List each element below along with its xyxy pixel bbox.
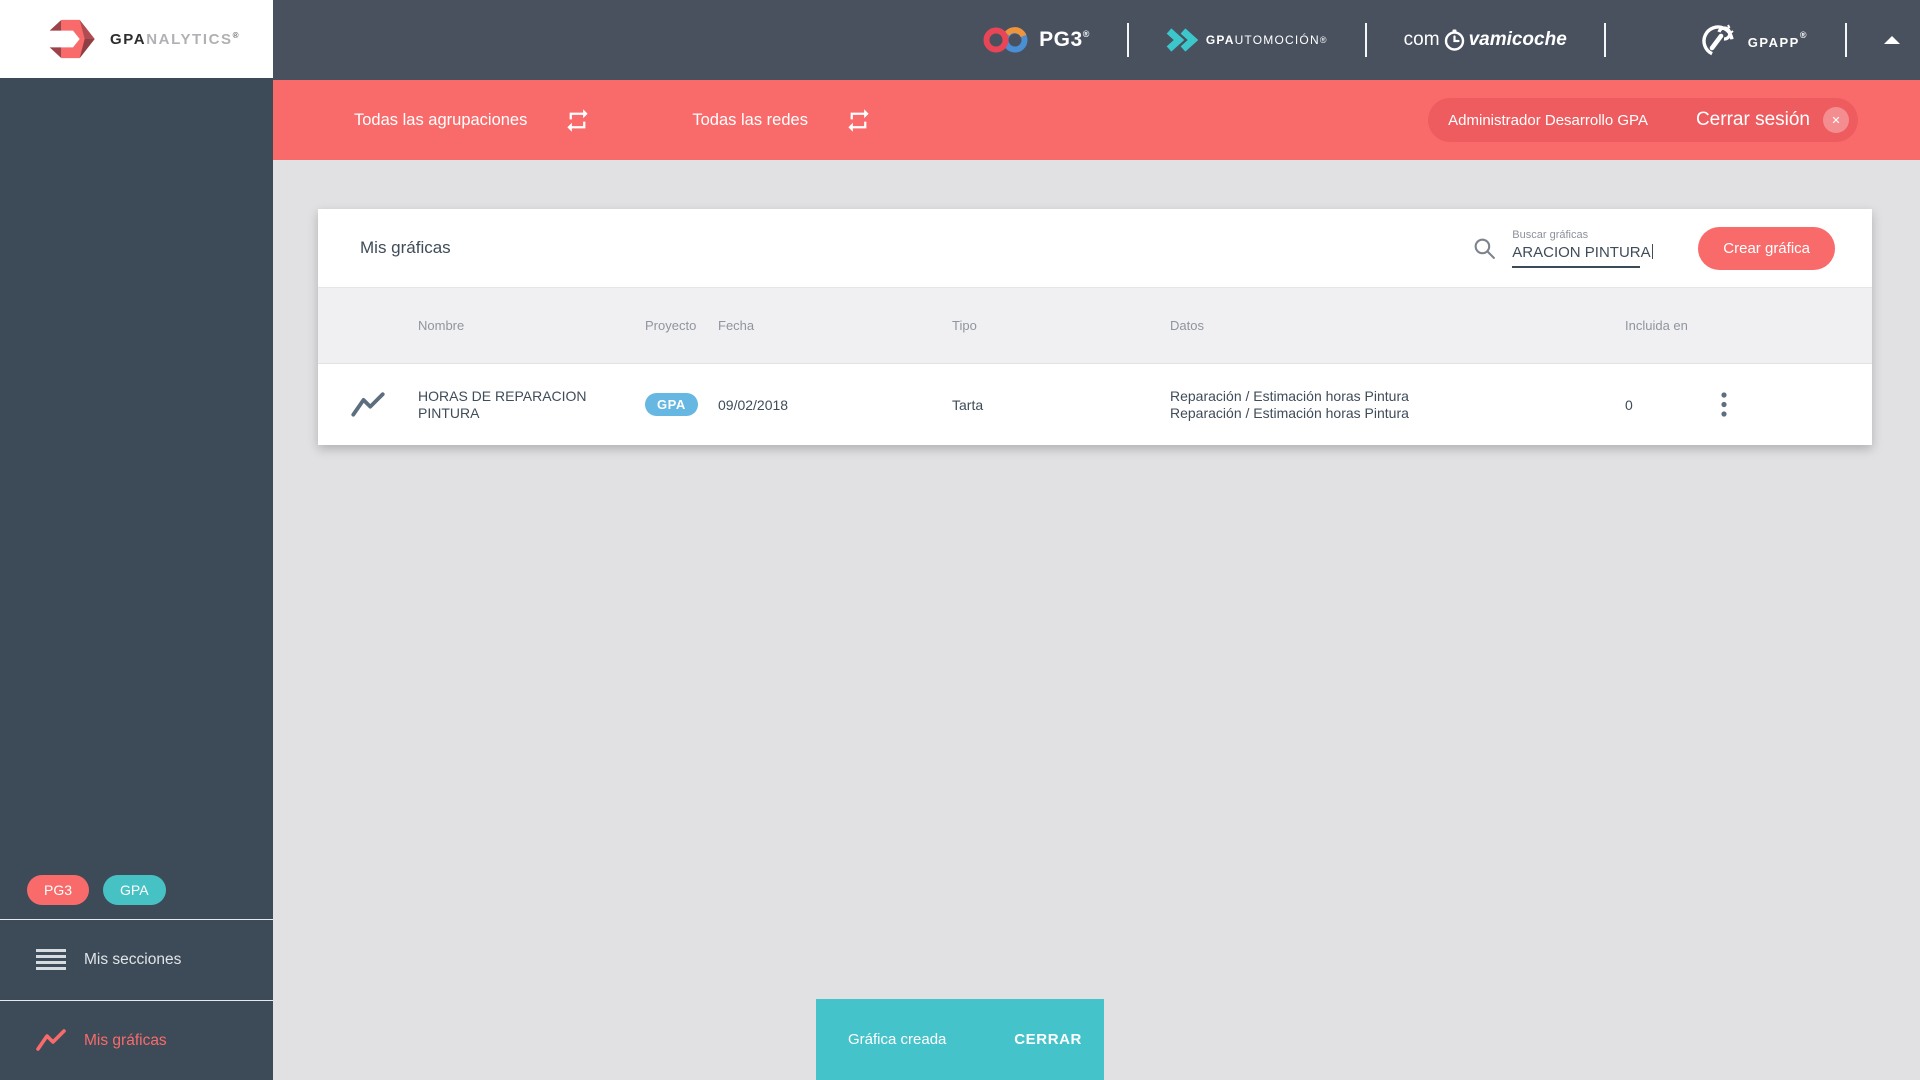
divider	[1845, 23, 1847, 57]
project-cell: GPA	[645, 393, 718, 416]
comvamicoche-logo: com vamicoche	[1403, 29, 1567, 51]
sidebar-item-mis-secciones[interactable]: Mis secciones	[0, 919, 273, 1000]
automocion-arrows-icon	[1166, 28, 1198, 52]
gpa-badge: GPA	[103, 875, 166, 905]
table-header-row: Nombre Proyecto Fecha Tipo Datos Incluid…	[318, 287, 1872, 364]
kebab-menu-icon[interactable]	[1717, 391, 1731, 418]
pg3-badge: PG3	[27, 875, 90, 905]
search-input[interactable]: Buscar gráficas ARACION PINTURA	[1512, 228, 1654, 268]
gpa-arrow-logo-icon	[49, 19, 95, 59]
column-header-tipo: Tipo	[952, 318, 977, 333]
column-header-fecha: Fecha	[718, 318, 755, 333]
line-chart-icon	[36, 1029, 66, 1051]
search-input-label: Buscar gráficas	[1512, 228, 1589, 241]
collapse-up-icon[interactable]	[1884, 36, 1900, 44]
project-badge: GPA	[645, 393, 698, 416]
column-header-datos: Datos	[1170, 318, 1204, 333]
divider	[1364, 23, 1367, 57]
date-cell: 09/02/2018	[718, 396, 789, 413]
power-icon[interactable]: ✕	[1823, 107, 1849, 133]
gpapp-wrench-icon	[1702, 24, 1734, 57]
charts-card: Mis gráficas Buscar gráficas ARACION PIN…	[318, 209, 1872, 445]
divider	[1603, 23, 1606, 57]
data-cell: Reparación / Estimación horas Pintura Re…	[1170, 387, 1409, 421]
column-header-proyecto: Proyecto	[645, 318, 697, 333]
session-chip: Administrador Desarrollo GPA Cerrar sesi…	[1428, 98, 1858, 142]
sidebar-item-mis-graficas[interactable]: Mis gráficas	[0, 1000, 273, 1080]
card-header: Mis gráficas Buscar gráficas ARACION PIN…	[318, 209, 1872, 287]
repeat-icon[interactable]	[845, 107, 872, 134]
text-cursor	[1651, 243, 1654, 259]
filter-bar: Todas las agrupaciones Todas las redes A…	[273, 80, 1920, 160]
logout-button[interactable]: Cerrar sesión	[1696, 109, 1810, 131]
pg3-logo: PG3®	[982, 25, 1090, 55]
repeat-icon[interactable]	[564, 107, 591, 134]
sidebar: PG3 GPA Mis secciones Mis gráficas	[0, 78, 273, 1080]
automocion-label: GPA	[1205, 33, 1235, 47]
table-row[interactable]: HORAS DE REPARACION PINTURA GPA 09/02/20…	[318, 364, 1872, 445]
column-header-incluida-en: Incluida en	[1625, 318, 1688, 333]
line-chart-icon	[351, 391, 385, 418]
app-logo: GPANALYTICS®	[0, 0, 273, 78]
toast-message: Gráfica creada	[848, 1031, 947, 1048]
chart-name: HORAS DE REPARACION PINTURA	[418, 387, 587, 421]
brand-name: GPANALYTICS®	[110, 30, 239, 48]
toast-snackbar: Gráfica creada CERRAR	[816, 999, 1104, 1080]
menu-icon	[36, 949, 66, 970]
search-input-value: ARACION PINTURA	[1512, 243, 1651, 261]
search-icon[interactable]	[1472, 236, 1497, 261]
included-in-cell: 0	[1625, 396, 1633, 413]
toast-close-button[interactable]: CERRAR	[1006, 1023, 1090, 1056]
create-chart-button[interactable]: Crear gráfica	[1698, 226, 1835, 270]
pg3-label: PG3®	[1039, 28, 1090, 51]
pg3-infinity-icon	[983, 27, 1028, 53]
filter-groups-label: Todas las agrupaciones	[354, 110, 528, 129]
top-header: PG3® GPA UTOMOCIÓN ® com vamicoche GPAPP…	[273, 0, 1920, 80]
column-header-nombre: Nombre	[418, 318, 465, 333]
gpautomocion-logo: GPA UTOMOCIÓN ®	[1166, 27, 1328, 53]
partner-logos: PG3® GPA UTOMOCIÓN ® com vamicoche GPAPP…	[982, 0, 1900, 80]
gpapp-logo: GPAPP®	[1698, 20, 1808, 60]
sidebar-badges: PG3 GPA	[27, 875, 166, 905]
clock-icon	[1444, 29, 1464, 51]
page-title: Mis gráficas	[360, 238, 451, 257]
gpapp-label: GPAPP®	[1747, 30, 1808, 50]
filter-networks-label: Todas las redes	[692, 110, 808, 129]
divider	[1126, 23, 1129, 57]
type-cell: Tarta	[952, 396, 984, 413]
user-name: Administrador Desarrollo GPA	[1448, 111, 1648, 129]
